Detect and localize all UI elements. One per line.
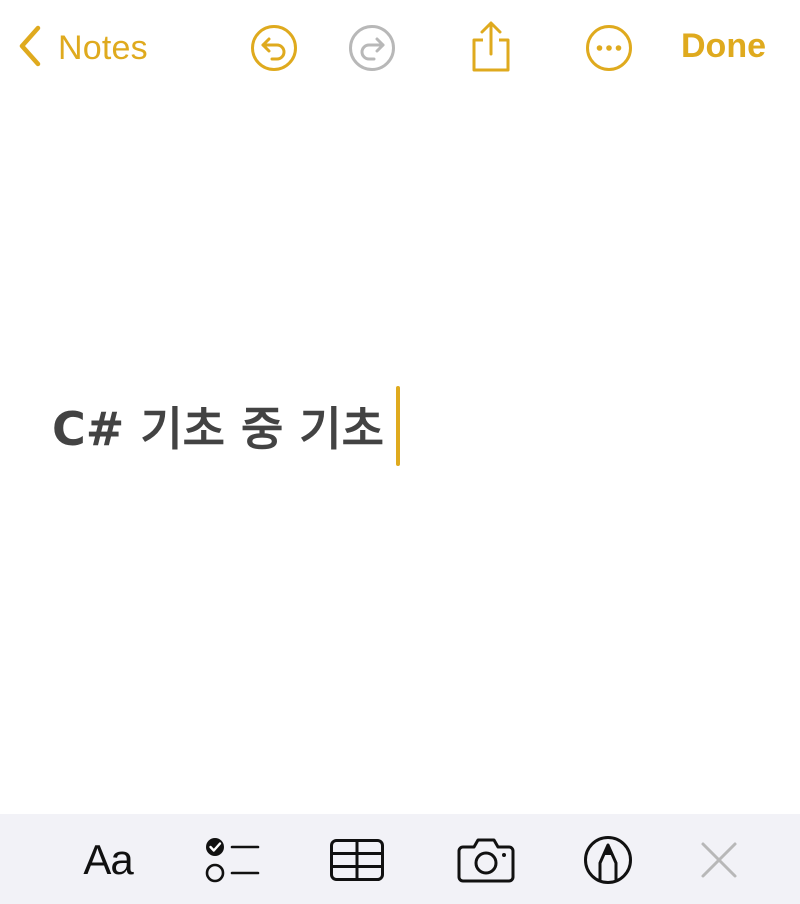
camera-icon[interactable] — [457, 836, 515, 884]
bottom-toolbar: Aa — [0, 814, 800, 904]
checklist-icon[interactable] — [203, 836, 261, 884]
redo-icon[interactable] — [348, 24, 396, 72]
share-icon[interactable] — [468, 20, 514, 74]
format-text-label: Aa — [83, 836, 133, 883]
ellipsis-circle-icon[interactable] — [585, 24, 633, 72]
format-text-button[interactable]: Aa — [78, 836, 138, 884]
note-body[interactable]: C# 기초 중 기초 — [0, 96, 800, 814]
notes-editor-screen: Notes Done C# 기초 중 기초 Aa — [0, 0, 800, 904]
close-icon[interactable] — [697, 836, 741, 884]
undo-icon[interactable] — [250, 24, 298, 72]
navigation-bar: Notes Done — [0, 0, 800, 96]
back-button-label: Notes — [58, 28, 148, 67]
note-title-text[interactable]: C# 기초 중 기초 — [52, 393, 384, 459]
done-button[interactable]: Done — [681, 27, 766, 66]
text-cursor — [395, 386, 400, 466]
markup-pen-icon[interactable] — [583, 836, 633, 884]
note-title-line[interactable]: C# 기초 중 기초 — [52, 386, 400, 466]
chevron-left-icon — [16, 24, 44, 73]
table-icon[interactable] — [329, 836, 385, 884]
back-button[interactable]: Notes — [16, 22, 148, 74]
